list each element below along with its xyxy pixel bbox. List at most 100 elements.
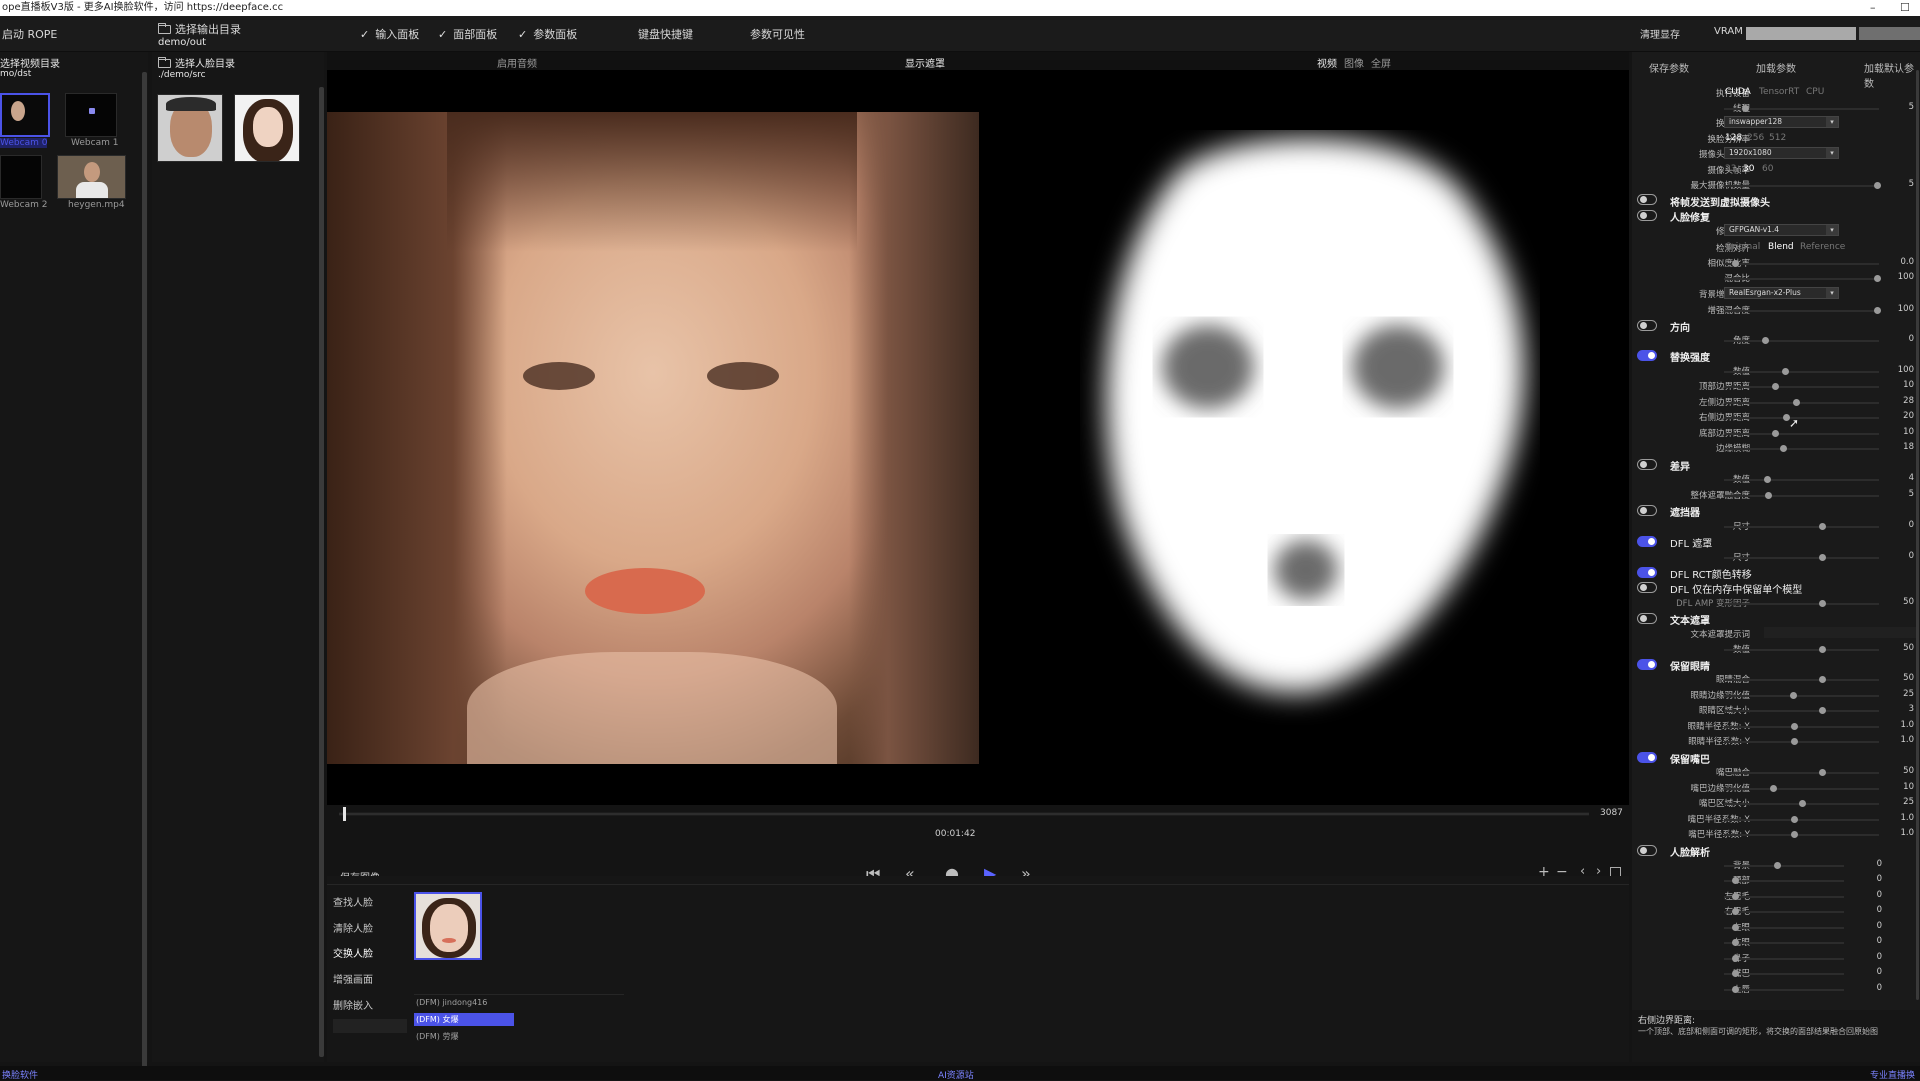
maximize-icon[interactable]: ☐ bbox=[1900, 0, 1910, 16]
tab-image[interactable]: 图像 bbox=[1344, 55, 1364, 70]
eyes-ry-slider[interactable] bbox=[1724, 738, 1879, 745]
exec-cuda[interactable]: CUDA bbox=[1725, 87, 1751, 97]
strength-toggle[interactable] bbox=[1637, 350, 1657, 361]
res-256[interactable]: 256 bbox=[1747, 133, 1764, 143]
occluder-size-slider[interactable] bbox=[1724, 523, 1879, 530]
eyes-feather-slider[interactable] bbox=[1724, 692, 1879, 699]
align-original[interactable]: Original bbox=[1725, 242, 1760, 252]
text-amount-slider[interactable] bbox=[1724, 646, 1879, 653]
output-dir-button[interactable]: 选择输出目录 bbox=[158, 21, 241, 37]
fps-30[interactable]: 30 bbox=[1743, 164, 1754, 174]
show-mask-toggle[interactable]: 显示遮罩 bbox=[905, 55, 945, 70]
parse-lbrow-slider[interactable] bbox=[1724, 893, 1844, 900]
mouth-ry-slider[interactable] bbox=[1724, 831, 1879, 838]
occluder-toggle[interactable] bbox=[1637, 505, 1657, 516]
dfl-rct-toggle[interactable] bbox=[1637, 567, 1657, 578]
text-mask-toggle[interactable] bbox=[1637, 613, 1657, 624]
enhance-blend-slider[interactable] bbox=[1724, 307, 1881, 314]
status-right-link[interactable]: 专业直播换 bbox=[1870, 1068, 1915, 1081]
fps-60[interactable]: 60 bbox=[1762, 164, 1773, 174]
dfl-keep-one-toggle[interactable] bbox=[1637, 582, 1657, 593]
bg-model-dropdown[interactable]: RealEsrgan-x2-Plus ▾ bbox=[1724, 287, 1839, 299]
res-512[interactable]: 512 bbox=[1769, 133, 1786, 143]
left-border-slider[interactable] bbox=[1724, 399, 1879, 406]
dfl-size-slider[interactable] bbox=[1724, 554, 1879, 561]
parse-rbrow-slider[interactable] bbox=[1724, 908, 1844, 915]
video-thumb-heygen[interactable] bbox=[57, 155, 126, 199]
video-thumb-webcam1[interactable] bbox=[65, 93, 117, 137]
mouth-size-slider[interactable] bbox=[1724, 800, 1879, 807]
mouth-rx-slider[interactable] bbox=[1724, 816, 1879, 823]
swap-model-dropdown[interactable]: inswapper128 ▾ bbox=[1724, 116, 1839, 128]
restore-model-dropdown[interactable]: GFPGAN-v1.4 ▾ bbox=[1724, 224, 1839, 236]
tab-fullscreen[interactable]: 全屏 bbox=[1371, 55, 1391, 70]
audio-toggle[interactable]: 启用音频 bbox=[497, 55, 537, 70]
parse-leye-slider[interactable] bbox=[1724, 924, 1844, 931]
angle-slider[interactable] bbox=[1724, 337, 1879, 344]
amount-slider[interactable] bbox=[1724, 368, 1879, 375]
similarity-slider[interactable] bbox=[1724, 260, 1879, 267]
exec-tensorrt[interactable]: TensorRT bbox=[1759, 87, 1799, 97]
virtual-cam-toggle[interactable] bbox=[1637, 194, 1657, 205]
parse-bg-slider[interactable] bbox=[1724, 862, 1844, 869]
parse-neck-slider[interactable] bbox=[1724, 877, 1844, 884]
save-params-button[interactable]: 保存参数 bbox=[1649, 60, 1689, 75]
parse-reye-slider[interactable] bbox=[1724, 939, 1844, 946]
face-parse-toggle[interactable] bbox=[1637, 845, 1657, 856]
threads-slider[interactable] bbox=[1724, 105, 1879, 112]
text-prompt-input[interactable] bbox=[1764, 627, 1916, 638]
eyes-rx-slider[interactable] bbox=[1724, 723, 1879, 730]
input-panel-toggle[interactable]: ✓ 输入面板 bbox=[360, 26, 419, 42]
align-reference[interactable]: Reference bbox=[1800, 242, 1845, 252]
param-panel-toggle[interactable]: ✓ 参数面板 bbox=[518, 26, 577, 42]
face-panel-toggle[interactable]: ✓ 面部面板 bbox=[438, 26, 497, 42]
dfl-amp-slider[interactable] bbox=[1724, 600, 1879, 607]
model-item[interactable]: (DFM) jindong416 bbox=[414, 996, 514, 1009]
embed-name-input[interactable] bbox=[333, 1019, 407, 1033]
video-thumb-webcam0[interactable] bbox=[0, 93, 50, 137]
find-faces-button[interactable]: 查找人脸 bbox=[333, 894, 373, 909]
dfl-mask-toggle[interactable] bbox=[1637, 536, 1657, 547]
face-restore-toggle[interactable] bbox=[1637, 210, 1657, 221]
enhance-button[interactable]: 增强画面 bbox=[333, 971, 373, 986]
res-128[interactable]: 128 bbox=[1725, 133, 1742, 143]
parse-upperlip-slider[interactable] bbox=[1724, 986, 1844, 993]
align-blend[interactable]: Blend bbox=[1768, 242, 1794, 252]
parse-mouth-slider[interactable] bbox=[1724, 970, 1844, 977]
keep-eyes-toggle[interactable] bbox=[1637, 659, 1657, 670]
model-item[interactable]: (DFM) 劳爆 bbox=[414, 1030, 514, 1043]
start-rope-button[interactable]: 启动 ROPE bbox=[2, 26, 57, 42]
face-dir-button[interactable]: 选择人脸目录 bbox=[158, 55, 235, 70]
video-list-scrollbar[interactable] bbox=[142, 72, 147, 1072]
param-visibility-button[interactable]: 参数可见性 bbox=[750, 26, 805, 42]
overall-mask-slider[interactable] bbox=[1724, 492, 1879, 499]
mouth-feather-slider[interactable] bbox=[1724, 785, 1879, 792]
hotkeys-button[interactable]: 键盘快捷键 bbox=[638, 26, 693, 42]
delete-embed-button[interactable]: 删除嵌入 bbox=[333, 997, 373, 1012]
eyes-blend-slider[interactable] bbox=[1724, 676, 1879, 683]
eyes-size-slider[interactable] bbox=[1724, 707, 1879, 714]
face-list-scrollbar[interactable] bbox=[319, 87, 324, 1057]
fps-23[interactable]: 23 bbox=[1725, 164, 1736, 174]
swap-faces-button[interactable]: 交换人脸 bbox=[333, 945, 373, 960]
load-params-button[interactable]: 加载参数 bbox=[1756, 60, 1796, 75]
diff-toggle[interactable] bbox=[1637, 459, 1657, 470]
orientation-toggle[interactable] bbox=[1637, 320, 1657, 331]
tab-video[interactable]: 视频 bbox=[1317, 55, 1337, 70]
status-left-link[interactable]: 换脸软件 bbox=[2, 1068, 38, 1081]
keep-mouth-toggle[interactable] bbox=[1637, 752, 1657, 763]
blend-slider[interactable] bbox=[1724, 275, 1881, 282]
status-center-link[interactable]: AI资源站 bbox=[938, 1068, 974, 1081]
load-default-params-button[interactable]: 加载默认参数 bbox=[1864, 60, 1920, 90]
bottom-border-slider[interactable] bbox=[1724, 430, 1879, 437]
source-face-man[interactable] bbox=[157, 94, 223, 162]
minimize-icon[interactable]: – bbox=[1870, 0, 1876, 16]
video-dir-button[interactable]: 选择视频目录 bbox=[0, 55, 60, 70]
model-item-selected[interactable]: (DFM) 女爆 bbox=[414, 1013, 514, 1026]
timeline-slider[interactable] bbox=[339, 807, 1589, 821]
parse-nose-slider[interactable] bbox=[1724, 955, 1844, 962]
timeline-handle[interactable] bbox=[343, 807, 346, 821]
video-thumb-webcam2[interactable] bbox=[0, 155, 42, 199]
mouth-blend-slider[interactable] bbox=[1724, 769, 1879, 776]
top-border-slider[interactable] bbox=[1724, 383, 1879, 390]
